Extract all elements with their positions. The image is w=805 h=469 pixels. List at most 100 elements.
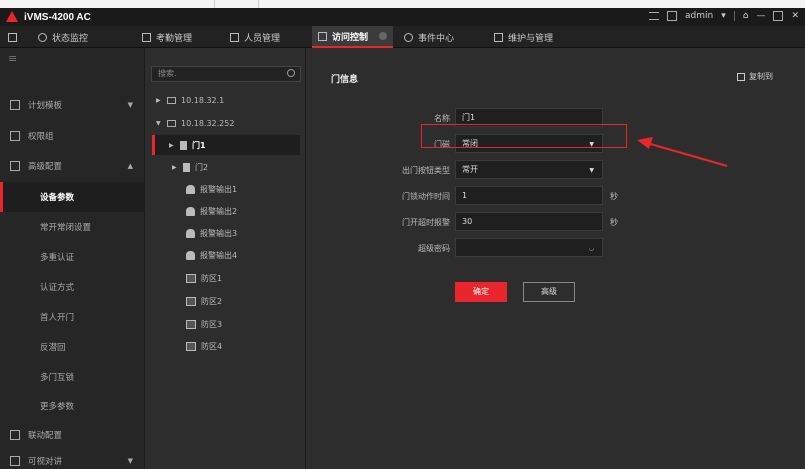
tree-node-label: 门1	[192, 140, 206, 150]
sidebar-item-more-params[interactable]: 更多参数	[0, 391, 145, 421]
sidebar-item-schedule-template[interactable]: 计划模板 ▼	[0, 90, 145, 120]
tree-node-zone[interactable]: 防区3	[186, 314, 222, 334]
minimize-icon[interactable]: —	[756, 11, 765, 21]
tab-label: 事件中心	[418, 33, 455, 44]
tree-node-alarm-output[interactable]: 报警输出4	[186, 245, 237, 265]
section-title: 门信息	[331, 75, 359, 85]
copy-to-button[interactable]: 复制到	[737, 71, 773, 82]
tab-maintenance[interactable]: 维护与管理	[494, 26, 553, 48]
tree-node-zone[interactable]: 防区1	[186, 268, 222, 288]
tree-node-device[interactable]: ▶ 10.18.32.1	[156, 90, 224, 110]
door-icon	[183, 162, 190, 172]
app-title: iVMS-4200 AC	[24, 12, 91, 23]
tree-node-label: 报警输出4	[200, 250, 238, 260]
alarm-icon	[404, 32, 413, 42]
close-icon[interactable]: ✕	[791, 11, 799, 21]
sidebar-item-label: 多重认证	[40, 253, 75, 263]
dropdown-arrow-icon: ▼	[589, 167, 594, 174]
collapse-icon[interactable]: ▼	[156, 120, 162, 127]
expand-icon[interactable]: ▶	[172, 164, 178, 171]
screenshot-icon[interactable]	[667, 11, 677, 21]
zone-icon	[186, 341, 196, 351]
field-value: 30	[462, 217, 473, 226]
window-controls: admin ▾ ⌂ — ✕	[649, 11, 799, 21]
maximize-icon[interactable]	[773, 11, 784, 21]
tree-node-door[interactable]: ▶ 门1	[152, 135, 300, 155]
person-icon	[230, 32, 239, 42]
bell-icon	[186, 184, 195, 194]
sidebar-item-normally-open-close[interactable]: 常开常闭设置	[0, 212, 145, 242]
bell-icon	[186, 250, 195, 260]
search-placeholder: 搜索.	[158, 69, 177, 78]
top-strip	[0, 0, 805, 8]
sidebar-item-device-params[interactable]: 设备参数	[0, 182, 145, 212]
tab-close-icon[interactable]	[379, 32, 388, 40]
sidebar-item-auth-mode[interactable]: 认证方式	[0, 272, 145, 302]
tab-label: 人员管理	[244, 33, 281, 44]
tree-node-label: 门2	[195, 162, 209, 172]
sidebar-item-multi-auth[interactable]: 多重认证	[0, 242, 145, 272]
sidebar-item-anti-passback[interactable]: 反潜回	[0, 332, 145, 362]
tree-node-alarm-output[interactable]: 报警输出3	[186, 223, 237, 243]
grid-menu-icon[interactable]	[8, 26, 17, 48]
tree-node-device[interactable]: ▼ 10.18.32.252	[156, 113, 234, 133]
field-value: 门1	[462, 113, 476, 122]
open-timeout-alarm-input[interactable]: 30	[455, 212, 603, 231]
collapse-icon[interactable]: ≡	[0, 48, 144, 68]
tree-node-label: 防区1	[201, 273, 223, 283]
sidebar-item-label: 高级配置	[28, 162, 63, 172]
annotation-arrow-icon	[637, 137, 728, 167]
sidebar-item-permission-group[interactable]: 权限组	[0, 121, 145, 151]
sidebar-item-first-person[interactable]: 首人开门	[0, 302, 145, 332]
advanced-button[interactable]: 高级	[523, 282, 575, 302]
intercom-icon	[10, 456, 20, 466]
tree-node-alarm-output[interactable]: 报警输出2	[186, 201, 237, 221]
field-super-password-row: 超级密码 ◡	[307, 238, 805, 258]
chevron-down-icon[interactable]: ▾	[721, 11, 726, 21]
field-label: 出门按钮类型	[402, 166, 450, 175]
exit-button-type-select[interactable]: 常开 ▼	[455, 160, 603, 179]
search-input[interactable]: 搜索.	[151, 66, 301, 82]
tree-node-alarm-output[interactable]: 报警输出1	[186, 179, 237, 199]
strip-tick	[258, 0, 259, 8]
tab-attendance[interactable]: 考勤管理	[142, 26, 192, 48]
tab-event-center[interactable]: 事件中心	[404, 26, 454, 48]
field-label: 门开超时报警	[402, 218, 450, 227]
lock-icon[interactable]: ⌂	[743, 11, 749, 21]
group-icon	[10, 131, 20, 141]
zone-icon	[186, 273, 196, 283]
field-open-timeout-row: 门开超时报警 30 秒	[307, 212, 805, 232]
tree-node-zone[interactable]: 防区4	[186, 336, 222, 356]
tab-access-control[interactable]: 访问控制	[312, 26, 394, 48]
eye-icon[interactable]: ◡	[589, 240, 594, 257]
tree-node-door[interactable]: ▶ 门2	[172, 157, 208, 177]
sidebar-item-interlock[interactable]: 多门互锁	[0, 362, 145, 392]
sidebar-item-intercom[interactable]: 可视对讲 ▼	[0, 446, 145, 469]
linkage-icon	[10, 430, 20, 440]
tab-person[interactable]: 人员管理	[230, 26, 280, 48]
field-value: 1	[462, 191, 468, 200]
expand-icon[interactable]: ▶	[169, 142, 175, 149]
user-menu[interactable]: admin	[685, 11, 713, 21]
sidebar-item-advanced-config[interactable]: 高级配置 ▲	[0, 151, 145, 181]
tab-status-monitor[interactable]: 状态监控	[38, 26, 88, 48]
copy-icon	[737, 72, 745, 81]
zone-icon	[186, 296, 196, 306]
app-logo-icon	[6, 11, 18, 22]
expand-icon[interactable]: ▶	[156, 97, 162, 104]
sidebar-item-label: 首人开门	[40, 313, 75, 323]
tree-node-zone[interactable]: 防区2	[186, 291, 222, 311]
chevron-up-icon: ▲	[127, 162, 133, 170]
main-nav: 状态监控 考勤管理 人员管理 访问控制 事件中心 维护与管理	[0, 26, 805, 48]
tab-label: 考勤管理	[156, 33, 193, 44]
search-icon[interactable]	[287, 69, 295, 77]
settings-icon	[10, 161, 20, 171]
device-icon	[167, 119, 176, 127]
menu-icon[interactable]	[649, 12, 659, 20]
zone-icon	[186, 319, 196, 329]
super-password-input[interactable]: ◡	[455, 238, 603, 257]
ok-button[interactable]: 确定	[455, 282, 507, 302]
copy-to-label: 复制到	[749, 72, 773, 81]
tree-node-label: 报警输出1	[200, 184, 238, 194]
lock-action-time-input[interactable]: 1	[455, 186, 603, 205]
